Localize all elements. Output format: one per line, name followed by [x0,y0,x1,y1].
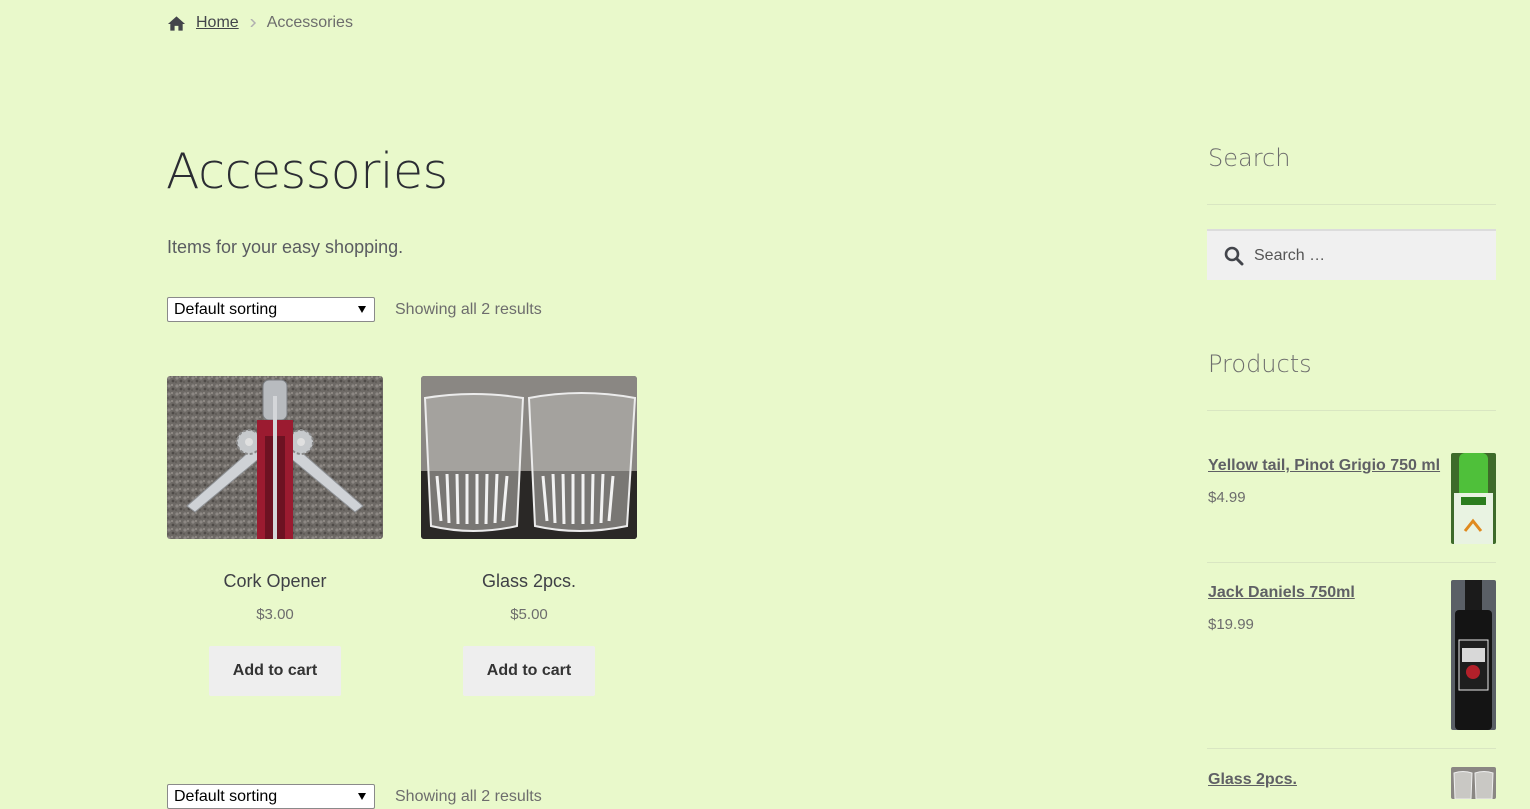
product-name[interactable]: Glass 2pcs. [421,569,637,593]
product-thumbnail-jack-daniels[interactable] [1451,580,1496,730]
product-card: Glass 2pcs. $5.00 Add to cart [421,376,637,696]
page-description: Items for your easy shopping. [167,237,404,257]
sorting-select[interactable]: Default sorting [167,297,375,322]
breadcrumb-home-link[interactable]: Home [196,14,239,32]
page-title: Accessories [166,143,448,200]
sidebar-product-link[interactable]: Yellow tail, Pinot Grigio 750 ml [1208,457,1440,475]
product-price: $5.00 [510,606,548,623]
search-widget-title: Search [1208,144,1291,172]
chevron-right-icon [250,19,256,27]
sidebar-product-link[interactable]: Glass 2pcs. [1208,771,1297,789]
sorting-select-value: Default sorting [174,300,278,318]
divider [1207,410,1496,411]
result-count-bottom: Showing all 2 results [395,788,542,805]
sorting-select-bottom[interactable]: Default sorting [167,784,375,809]
breadcrumb: Home Accessories [167,12,353,34]
product-thumbnail-glass[interactable] [1451,767,1496,799]
product-image-glass[interactable] [421,376,637,539]
home-icon [167,15,186,31]
sidebar-product-price: $4.99 [1208,489,1246,506]
add-to-cart-button[interactable]: Add to cart [209,646,341,696]
search-input[interactable]: Search … [1207,229,1496,280]
breadcrumb-current: Accessories [266,14,353,31]
sidebar-product-price: $19.99 [1208,616,1254,633]
add-to-cart-button[interactable]: Add to cart [463,646,595,696]
result-count: Showing all 2 results [395,301,542,318]
products-widget-title: Products [1208,350,1312,378]
sorting-select-value: Default sorting [174,787,278,805]
divider [1207,204,1496,205]
product-price: $3.00 [256,606,294,623]
product-card: Cork Opener $3.00 Add to cart [167,376,383,696]
divider [1207,562,1496,563]
sidebar-product-link[interactable]: Jack Daniels 750ml [1208,584,1355,602]
search-icon [1224,246,1244,265]
product-name[interactable]: Cork Opener [167,569,383,593]
search-placeholder: Search … [1254,246,1326,264]
dropdown-arrow-icon [358,306,366,313]
divider [1207,748,1496,749]
product-image-cork-opener[interactable] [167,376,383,539]
product-thumbnail-yellow-tail[interactable] [1451,453,1496,544]
